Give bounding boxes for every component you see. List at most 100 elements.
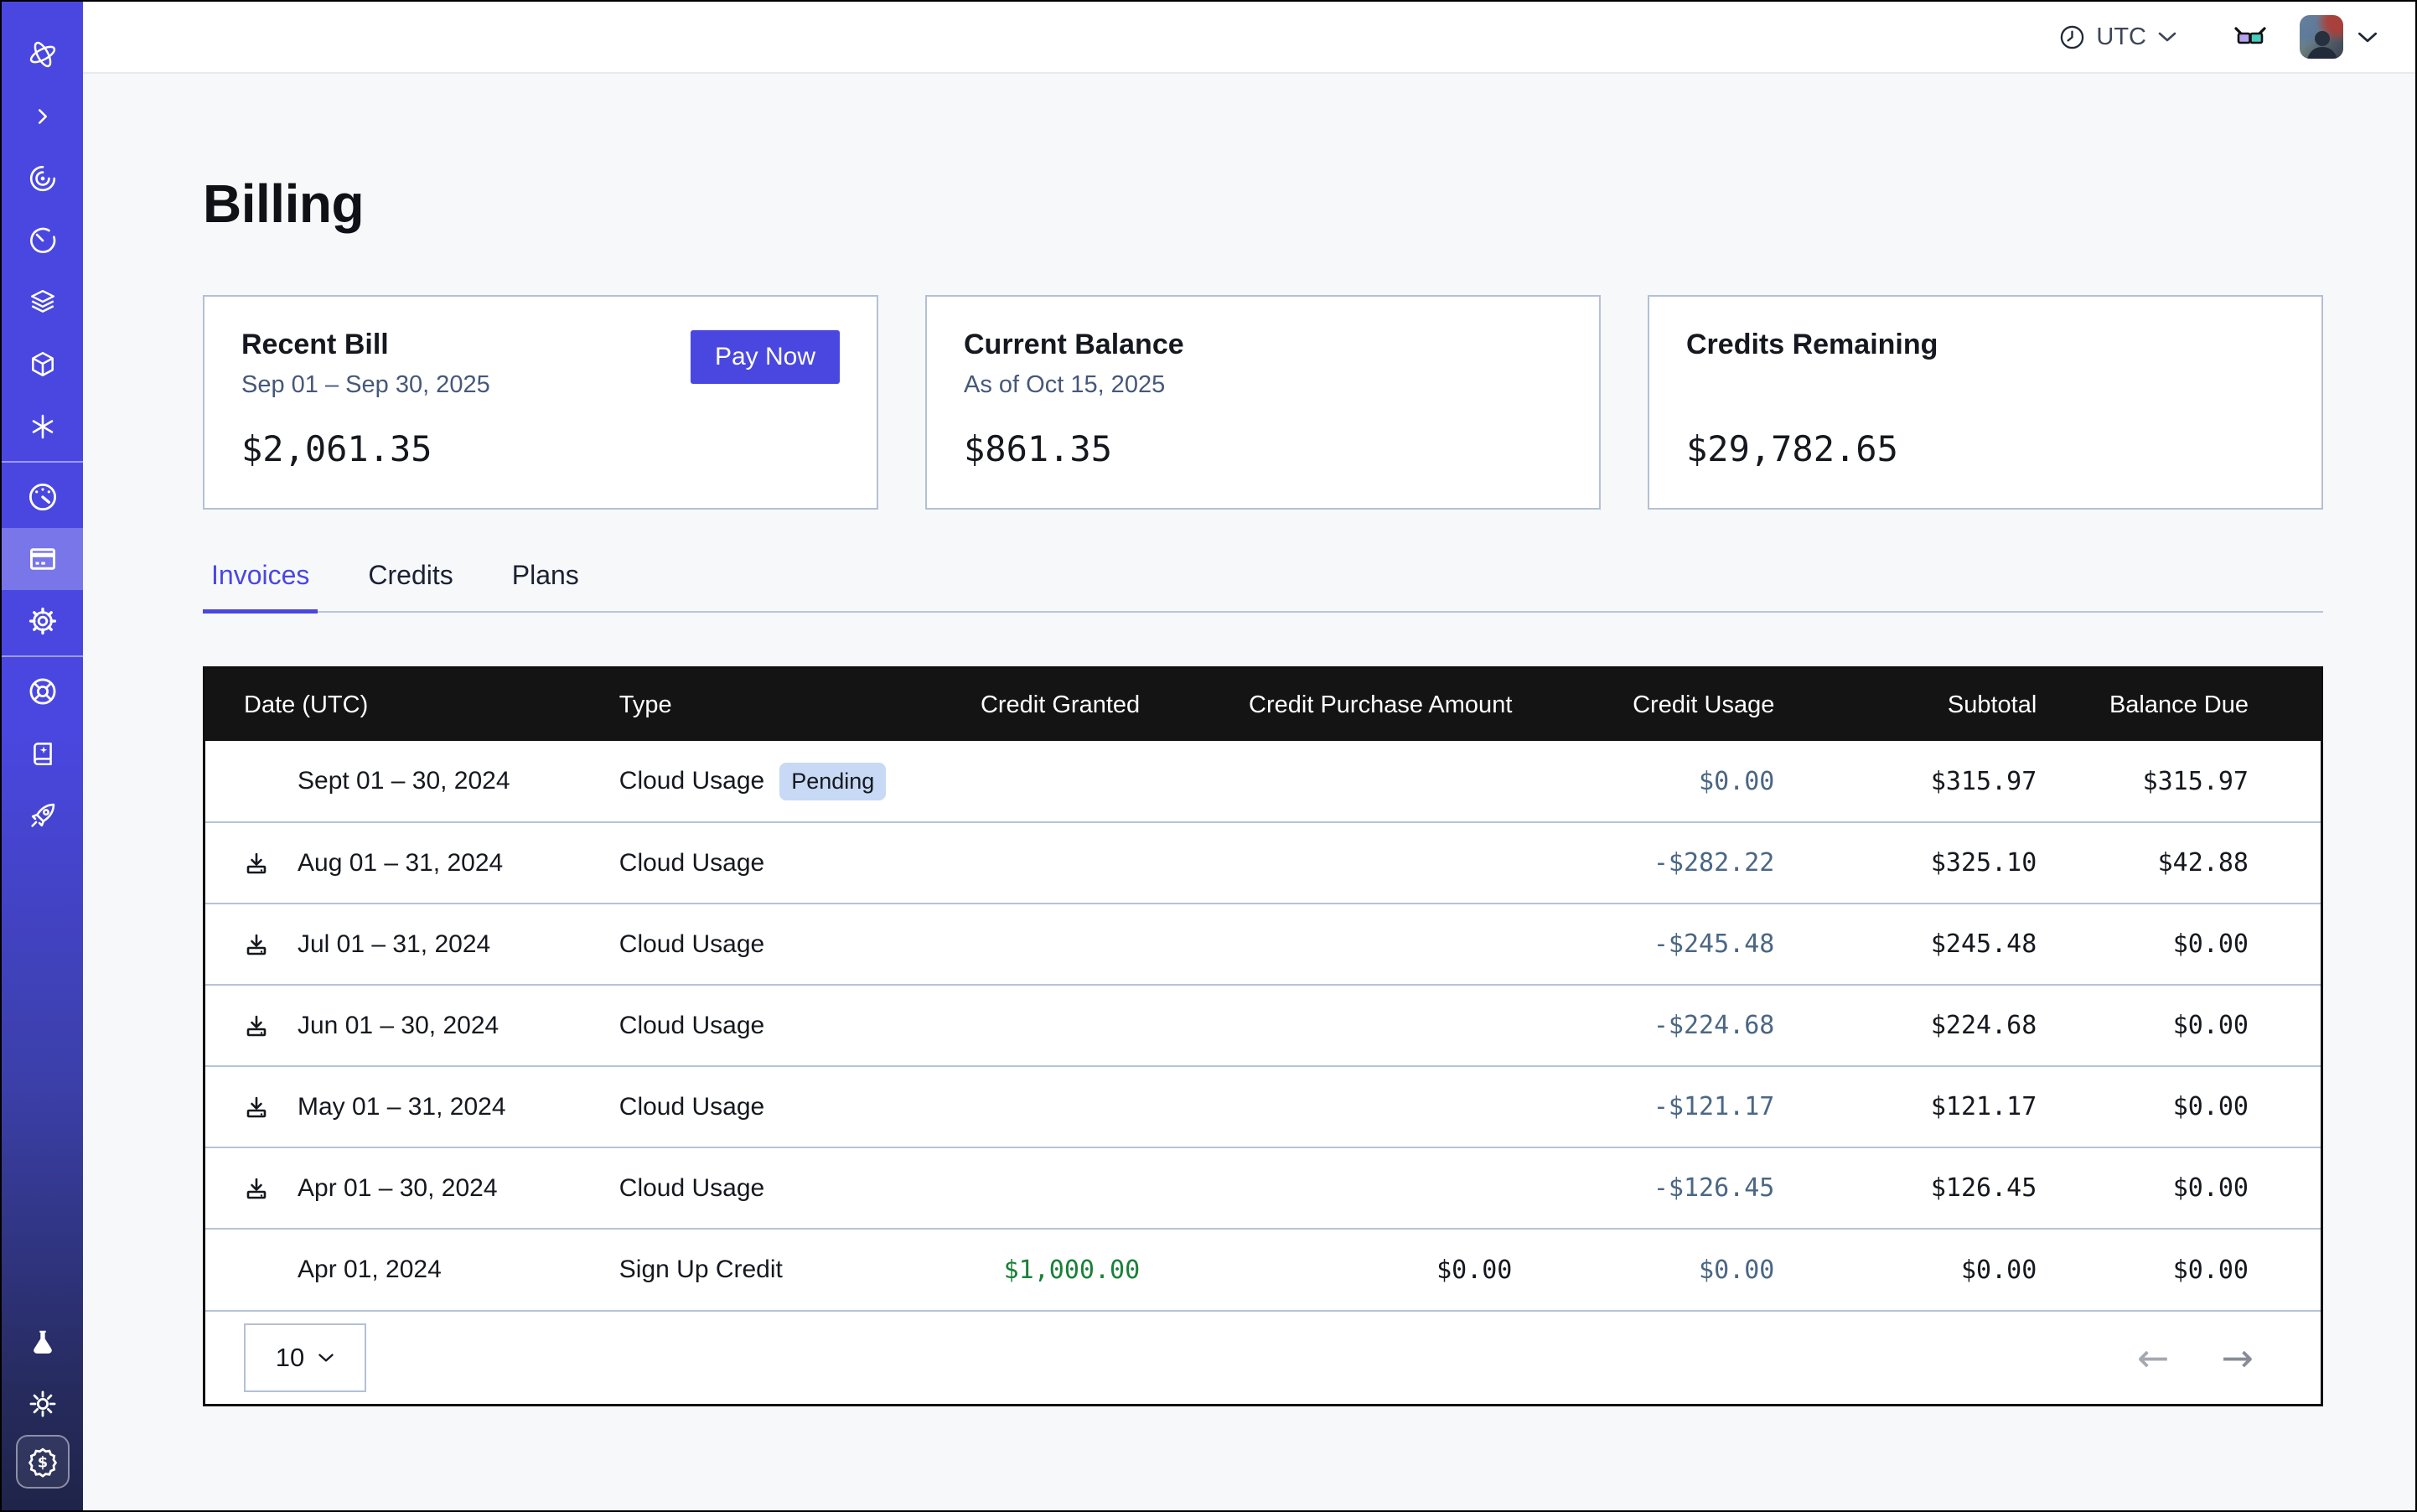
user-avatar[interactable]: [2300, 15, 2343, 59]
invoices-table-card: Date (UTC) Type Credit Granted Credit Pu…: [203, 666, 2323, 1406]
topbar: UTC: [83, 2, 2415, 74]
timer-icon[interactable]: [2, 210, 83, 272]
glasses-icon: [2233, 26, 2268, 48]
credit-purchase-amount: $0.00: [1146, 1229, 1519, 1310]
billing-period: Sep 01 – Sep 30, 2025: [241, 371, 490, 401]
timezone-label: UTC: [2096, 23, 2146, 51]
credit-purchase-amount: [1146, 1066, 1519, 1147]
table-row: May 01 – 31, 2024 Cloud Usage -$121.17 $…: [205, 1066, 2321, 1147]
invoices-table: Date (UTC) Type Credit Granted Credit Pu…: [205, 669, 2321, 1310]
previous-page-button[interactable]: ←: [2137, 1339, 2170, 1377]
page-size-select[interactable]: 10: [244, 1323, 366, 1392]
credit-usage: -$245.48: [1519, 904, 1781, 985]
main-area: UTC: [83, 2, 2415, 1510]
credits-badge-button[interactable]: $: [16, 1435, 70, 1489]
balance-due: $315.97: [2043, 741, 2321, 822]
table-row: Apr 01, 2024 Sign Up Credit $1,000.00 $0…: [205, 1229, 2321, 1310]
subtotal: $121.17: [1781, 1066, 2043, 1147]
pager: ← →: [2137, 1339, 2254, 1377]
credits-remaining-card: Credits Remaining $29,782.65: [1648, 295, 2323, 510]
rocket-icon[interactable]: [2, 784, 83, 847]
col-type: Type: [584, 669, 952, 741]
sidebar-divider: [2, 461, 83, 463]
invoice-date: May 01 – 31, 2024: [298, 1093, 506, 1121]
credit-purchase-amount: [1146, 741, 1519, 822]
account-menu-button[interactable]: [2357, 31, 2378, 44]
table-row: Jul 01 – 31, 2024 Cloud Usage -$245.48 $…: [205, 904, 2321, 985]
sidebar-item-billing[interactable]: [2, 528, 83, 590]
next-page-button[interactable]: →: [2221, 1339, 2254, 1377]
credit-purchase-amount: [1146, 822, 1519, 904]
docs-book-icon[interactable]: [2, 722, 83, 784]
credit-purchase-amount: [1146, 985, 1519, 1066]
credit-usage: -$126.45: [1519, 1147, 1781, 1229]
invoice-date: Jun 01 – 30, 2024: [298, 1012, 499, 1040]
col-credit-usage: Credit Usage: [1519, 669, 1781, 741]
table-row: Sept 01 – 30, 2024 Cloud UsagePending $0…: [205, 741, 2321, 822]
pay-now-button[interactable]: Pay Now: [691, 330, 840, 384]
tab-plans[interactable]: Plans: [504, 560, 587, 611]
download-invoice-icon[interactable]: [244, 851, 269, 876]
balance-due: $42.88: [2043, 822, 2321, 904]
sidebar: $: [2, 2, 83, 1510]
credit-usage: -$282.22: [1519, 822, 1781, 904]
credits-remaining-amount: $29,782.65: [1686, 428, 2285, 469]
invoice-date: Apr 01, 2024: [298, 1256, 442, 1284]
status-badge: Pending: [779, 763, 886, 800]
support-lifebuoy-icon[interactable]: [2, 660, 83, 722]
credit-purchase-amount: [1146, 904, 1519, 985]
invoice-type: Cloud Usage: [619, 849, 764, 878]
asterisk-icon[interactable]: [2, 396, 83, 458]
recent-bill-amount: $2,061.35: [241, 428, 840, 469]
invoice-date: Apr 01 – 30, 2024: [298, 1174, 498, 1203]
card-subtitle-spacer: [1686, 371, 1938, 401]
current-balance-amount: $861.35: [964, 428, 1562, 469]
balance-due: $0.00: [2043, 1147, 2321, 1229]
view-glasses-button[interactable]: [2233, 26, 2268, 48]
invoice-date: Sept 01 – 30, 2024: [298, 767, 510, 795]
download-invoice-icon[interactable]: [244, 1013, 269, 1038]
subtotal: $315.97: [1781, 741, 2043, 822]
credit-usage: -$121.17: [1519, 1066, 1781, 1147]
download-invoice-icon[interactable]: [244, 1095, 269, 1120]
card-title: Current Balance: [964, 329, 1184, 361]
credit-usage: $0.00: [1519, 1229, 1781, 1310]
tab-credits[interactable]: Credits: [360, 560, 461, 611]
credit-granted: [952, 822, 1146, 904]
col-balance-due: Balance Due: [2043, 669, 2321, 741]
table-row: Apr 01 – 30, 2024 Cloud Usage -$126.45 $…: [205, 1147, 2321, 1229]
credit-granted: [952, 985, 1146, 1066]
balance-due: $0.00: [2043, 1066, 2321, 1147]
col-date: Date (UTC): [205, 669, 584, 741]
invoice-type: Cloud Usage: [619, 1093, 764, 1121]
table-header-row: Date (UTC) Type Credit Granted Credit Pu…: [205, 669, 2321, 741]
invoice-type: Cloud Usage: [619, 1174, 764, 1203]
credit-purchase-amount: [1146, 1147, 1519, 1229]
chevron-down-icon: [318, 1353, 334, 1363]
labs-flask-icon[interactable]: [2, 1311, 83, 1373]
svg-text:$: $: [37, 1454, 47, 1472]
usage-gauge-icon[interactable]: [2, 466, 83, 528]
table-row: Jun 01 – 30, 2024 Cloud Usage -$224.68 $…: [205, 985, 2321, 1066]
settings-gear-icon[interactable]: [2, 590, 83, 652]
table-row: Aug 01 – 31, 2024 Cloud Usage -$282.22 $…: [205, 822, 2321, 904]
invoice-type: Cloud Usage: [619, 767, 764, 795]
theme-sun-icon[interactable]: [2, 1373, 83, 1435]
collapse-chevron-right-icon[interactable]: [2, 85, 83, 148]
cube-icon[interactable]: [2, 334, 83, 396]
billing-tabs: Invoices Credits Plans: [203, 560, 2323, 613]
card-title: Recent Bill: [241, 329, 490, 361]
download-invoice-icon[interactable]: [244, 932, 269, 957]
sidebar-divider: [2, 655, 83, 657]
timezone-selector[interactable]: UTC: [2059, 23, 2177, 51]
observe-spiral-icon[interactable]: [2, 148, 83, 210]
invoice-date: Aug 01 – 31, 2024: [298, 849, 503, 878]
balance-as-of: As of Oct 15, 2025: [964, 371, 1184, 401]
logo-orbit-icon[interactable]: [2, 23, 83, 85]
credit-granted: $1,000.00: [952, 1229, 1146, 1310]
layers-icon[interactable]: [2, 272, 83, 334]
card-title: Credits Remaining: [1686, 329, 1938, 361]
chevron-down-icon: [2157, 31, 2177, 43]
tab-invoices[interactable]: Invoices: [203, 560, 318, 614]
download-invoice-icon[interactable]: [244, 1176, 269, 1201]
